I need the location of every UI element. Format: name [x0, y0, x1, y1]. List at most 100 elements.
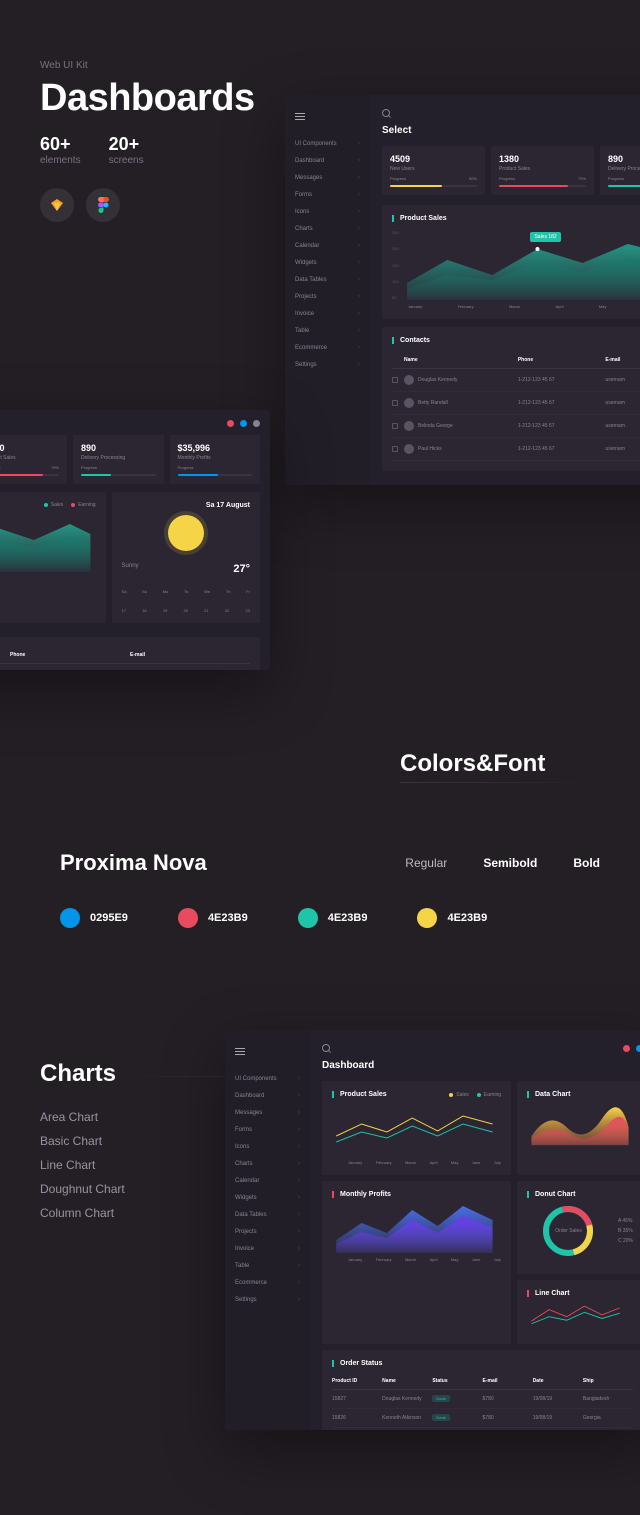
table-row[interactable]: Betty Randall1-212-123 45 67usernam — [392, 392, 640, 415]
th: Date — [533, 1378, 583, 1384]
card-donut: Donut Chart — [527, 1191, 633, 1198]
chart-type: Area Chart — [40, 1110, 125, 1124]
nav-projects[interactable]: Projects — [235, 1223, 300, 1240]
th: Ship — [583, 1378, 633, 1384]
weight-regular: Regular — [405, 856, 447, 870]
legend-earning-2: Earning — [78, 502, 95, 508]
card-line: Line Chart — [527, 1290, 633, 1297]
kpi-value: 1380 — [0, 443, 59, 453]
status-badge: Done — [432, 1395, 450, 1402]
msg-icon-3[interactable] — [636, 1045, 640, 1052]
sun-icon — [168, 515, 204, 551]
kpi-card: 1380Product SalesProgress79% — [0, 435, 67, 484]
table-row[interactable]: 15827Douglas KennedyDone$78019/08/19Bang… — [332, 1390, 633, 1409]
donut-b: B 35% — [618, 1228, 633, 1234]
nav-forms[interactable]: Forms — [295, 186, 360, 203]
legend-sales-2: Sales — [51, 502, 64, 508]
nav-invoice[interactable]: Invoice — [295, 305, 360, 322]
page-heading-3: Dashboard — [322, 1060, 640, 1071]
th-name: Name — [404, 357, 518, 363]
dashboard-preview-3: UI ComponentsDashboardMessagesFormsIcons… — [225, 1030, 640, 1430]
kpi-value: 1380 — [499, 154, 586, 164]
nav-projects[interactable]: Projects — [295, 288, 360, 305]
weight-bold: Bold — [573, 856, 600, 870]
stat-elements-lbl: elements — [40, 155, 81, 166]
weather-date: Sa 17 August — [145, 502, 250, 509]
search-icon[interactable] — [382, 109, 390, 117]
checkbox[interactable] — [392, 400, 398, 406]
th: E-mail — [483, 1378, 533, 1384]
data-chart — [527, 1098, 633, 1148]
menu-icon[interactable] — [295, 113, 305, 121]
checkbox[interactable] — [392, 446, 398, 452]
figma-icon — [86, 188, 120, 222]
nav-calendar[interactable]: Calendar — [295, 237, 360, 254]
kpi-value: 4509 — [390, 154, 477, 164]
nav-dashboard[interactable]: Dashboard — [295, 152, 360, 169]
nav-settings[interactable]: Settings — [235, 1291, 300, 1308]
nav-ui-components[interactable]: UI Components — [235, 1070, 300, 1087]
nav-ecommerce[interactable]: Ecommerce — [295, 339, 360, 356]
nav-ui-components[interactable]: UI Components — [295, 135, 360, 152]
kpi-card: 890Delivery ProcessingProgress — [600, 146, 640, 195]
weather-cond: Sunny — [122, 563, 139, 575]
area-chart-2 — [0, 512, 96, 572]
notif-icon[interactable] — [227, 420, 234, 427]
th-email: E-mail — [605, 357, 640, 363]
nav-table[interactable]: Table — [235, 1257, 300, 1274]
stat-elements: 60+elements — [40, 134, 81, 166]
line-chart-ps — [332, 1106, 501, 1156]
avatar — [404, 421, 414, 431]
kpi-value: $35,996 — [178, 443, 253, 453]
nav-icons[interactable]: Icons — [295, 203, 360, 220]
kpi-card: 4509New UsersProgress50% — [382, 146, 485, 195]
checkbox[interactable] — [392, 423, 398, 429]
area-chart-mp — [332, 1198, 501, 1253]
checkbox[interactable] — [392, 377, 398, 383]
card-title-product-sales: Product Sales — [392, 215, 447, 222]
nav-data-tables[interactable]: Data Tables — [235, 1206, 300, 1223]
chart-tooltip: Sales 182 — [530, 232, 560, 242]
nav-messages[interactable]: Messages — [235, 1104, 300, 1121]
chart-type: Column Chart — [40, 1206, 125, 1220]
table-row[interactable]: Belinda George1-212-123 45 67usernam — [392, 415, 640, 438]
nav-widgets[interactable]: Widgets — [235, 1189, 300, 1206]
nav-messages[interactable]: Messages — [295, 169, 360, 186]
donut-center: Order Sales — [555, 1228, 582, 1234]
section-charts: Charts — [40, 1060, 116, 1088]
th-phone-2: Phone — [10, 652, 130, 658]
eyebrow: Web UI Kit — [40, 60, 640, 71]
msg-icon[interactable] — [240, 420, 247, 427]
nav-icons[interactable]: Icons — [235, 1138, 300, 1155]
th-name-2: Name — [0, 652, 10, 658]
th-phone: Phone — [518, 357, 606, 363]
avatar[interactable] — [253, 420, 260, 427]
search-icon-3[interactable] — [322, 1044, 330, 1052]
nav-charts[interactable]: Charts — [295, 220, 360, 237]
notif-icon-3[interactable] — [623, 1045, 630, 1052]
table-row[interactable]: 15826Kenneth AtkinsonDone$78019/08/19Geo… — [332, 1409, 633, 1428]
nav-calendar[interactable]: Calendar — [235, 1172, 300, 1189]
table-row[interactable]: Douglas Kennedy1-212-123 45 67username@e… — [0, 664, 250, 670]
donut-c: C 20% — [618, 1238, 633, 1244]
card-title-contacts: Contacts — [392, 337, 640, 344]
th: Status — [432, 1378, 482, 1384]
nav-widgets[interactable]: Widgets — [295, 254, 360, 271]
nav-invoice[interactable]: Invoice — [235, 1240, 300, 1257]
nav-settings[interactable]: Settings — [295, 356, 360, 373]
nav-dashboard[interactable]: Dashboard — [235, 1087, 300, 1104]
table-row[interactable]: 15825Candice GibsonPending$78019/08/19Ge… — [332, 1428, 633, 1430]
card-dc: Data Chart — [527, 1091, 633, 1098]
card-mp: Monthly Profits — [332, 1191, 501, 1198]
nav-charts[interactable]: Charts — [235, 1155, 300, 1172]
status-badge: Done — [432, 1414, 450, 1421]
nav-forms[interactable]: Forms — [235, 1121, 300, 1138]
table-row[interactable]: Douglas Kennedy1-212-123 45 67usernam — [392, 369, 640, 392]
nav-data-tables[interactable]: Data Tables — [295, 271, 360, 288]
table-row[interactable]: Paul Hicks1-212-123 45 67usernam — [392, 438, 640, 461]
nav-ecommerce[interactable]: Ecommerce — [235, 1274, 300, 1291]
menu-icon-3[interactable] — [235, 1048, 245, 1056]
nav-table[interactable]: Table — [295, 322, 360, 339]
avatar — [404, 444, 414, 454]
dashboard-preview-1: UI ComponentsDashboardMessagesFormsIcons… — [285, 95, 640, 485]
